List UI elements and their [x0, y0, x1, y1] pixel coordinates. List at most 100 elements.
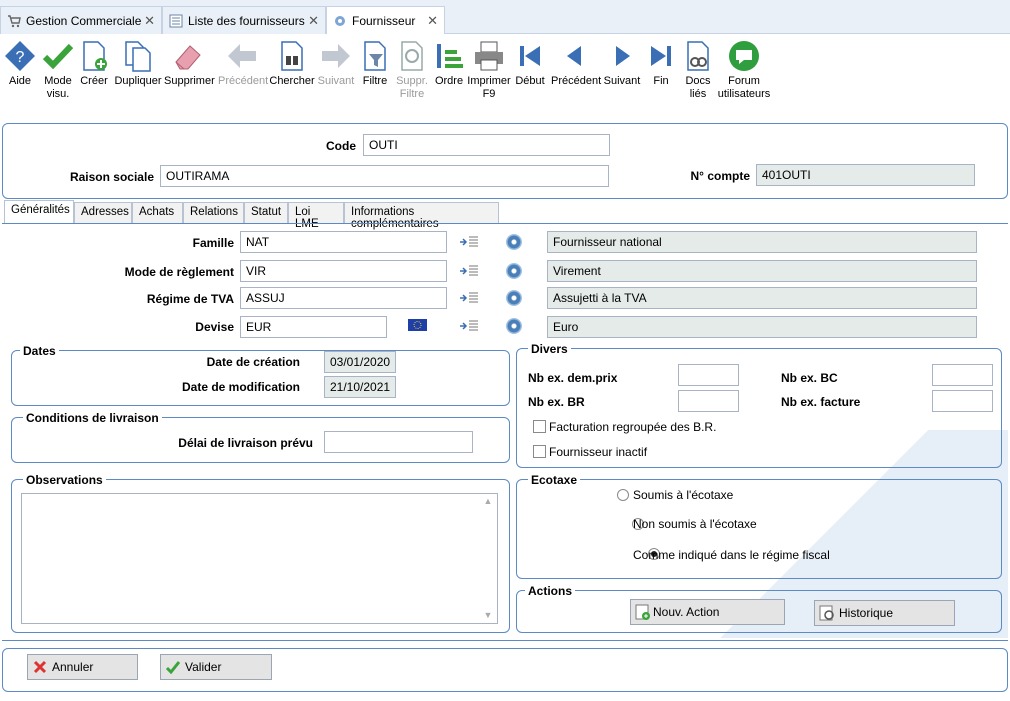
settings-gear-icon[interactable]: [506, 318, 522, 334]
chat-icon: [729, 41, 759, 71]
devise-label: Devise: [195, 320, 234, 334]
settings-gear-icon[interactable]: [506, 263, 522, 279]
lookup-icon[interactable]: [460, 236, 478, 248]
arrow-right-icon: [322, 44, 350, 68]
tab-relations[interactable]: Relations: [183, 202, 244, 223]
filter-icon: [364, 41, 386, 71]
raison-sociale-label: Raison sociale: [69, 170, 154, 184]
svg-text:?: ?: [16, 49, 25, 66]
devise-desc: Euro: [547, 316, 977, 338]
ecotaxe-option-label: Non soumis à l'écotaxe: [633, 517, 757, 531]
validate-button[interactable]: Valider: [160, 654, 272, 680]
tab-achats[interactable]: Achats: [132, 202, 183, 223]
tab-gestion-commerciale[interactable]: Gestion Commerciale ✕: [0, 6, 162, 34]
last-icon: [651, 46, 671, 66]
label: Suivant: [603, 75, 641, 87]
modif-value: 21/10/2021: [324, 376, 396, 398]
inactif-checkbox[interactable]: [533, 445, 546, 458]
tab-informations[interactable]: Informations complémentaires: [344, 202, 499, 230]
actions-title: Actions: [525, 584, 576, 598]
printer-icon: [475, 41, 503, 71]
linked-docs-button[interactable]: Docs liés: [674, 40, 722, 101]
reglement-input[interactable]: VIR: [240, 260, 447, 282]
delete-button[interactable]: Supprimer: [164, 40, 215, 88]
triangle-right-icon: [616, 46, 630, 66]
observations-textarea[interactable]: [21, 493, 498, 624]
ecotaxe-option-label: Comme indiqué dans le régime fiscal: [633, 548, 830, 562]
first-button[interactable]: Début: [506, 40, 554, 88]
famille-input[interactable]: NAT: [240, 231, 447, 253]
tab-statut[interactable]: Statut: [244, 202, 288, 223]
close-icon[interactable]: ✕: [308, 13, 319, 29]
facture-label: Nb ex. facture: [781, 395, 861, 409]
search-button[interactable]: Chercher: [268, 40, 316, 88]
sort-icon: [437, 44, 463, 68]
tva-desc: Assujetti à la TVA: [547, 287, 977, 309]
tab-label: Liste des fournisseurs: [188, 13, 305, 28]
bc-input[interactable]: [932, 364, 993, 386]
br-input[interactable]: [678, 390, 739, 412]
raison-sociale-input[interactable]: OUTIRAMA: [160, 165, 609, 187]
settings-gear-icon[interactable]: [506, 234, 522, 250]
create-button[interactable]: Créer: [70, 40, 118, 88]
label-line2: Filtre: [399, 88, 425, 100]
historique-button[interactable]: Historique: [814, 600, 955, 626]
tab-generalites[interactable]: Généralités: [4, 200, 74, 224]
close-icon[interactable]: ✕: [427, 13, 438, 29]
tva-label: Régime de TVA: [146, 292, 234, 306]
settings-gear-icon[interactable]: [506, 290, 522, 306]
label-line2: visu.: [46, 88, 70, 100]
label: Filtre: [362, 75, 388, 87]
cancel-button[interactable]: Annuler: [27, 654, 138, 680]
ecotaxe-radio-soumis[interactable]: [617, 489, 629, 501]
label-line1: Suppr.: [396, 75, 428, 87]
validate-label: Valider: [185, 660, 222, 674]
previous-button[interactable]: Précédent: [218, 40, 268, 88]
label: Ordre: [434, 75, 464, 87]
new-document-icon: [83, 41, 107, 71]
cart-icon: [8, 14, 21, 27]
tab-loi-lme[interactable]: Loi LME: [288, 202, 344, 230]
duplicate-button[interactable]: Dupliquer: [114, 40, 162, 88]
lookup-icon[interactable]: [460, 320, 478, 332]
lookup-icon[interactable]: [460, 265, 478, 277]
label: Créer: [80, 75, 108, 87]
devise-input[interactable]: EUR: [240, 316, 387, 338]
label-line2: F9: [482, 88, 496, 100]
fact-regroupee-checkbox[interactable]: [533, 420, 546, 433]
document-tab-bar: Gestion Commerciale ✕ Liste des fourniss…: [0, 0, 1010, 35]
label: Précédent: [551, 75, 602, 87]
lookup-icon[interactable]: [460, 292, 478, 304]
dates-title: Dates: [20, 344, 59, 358]
facture-input[interactable]: [932, 390, 993, 412]
br-label: Nb ex. BR: [528, 395, 585, 409]
observations-scrollbar[interactable]: ▲ ▼: [481, 496, 495, 622]
creation-value: 03/01/2020: [324, 351, 396, 373]
code-input[interactable]: OUTI: [363, 134, 610, 156]
new-action-icon: [635, 604, 650, 620]
famille-label: Famille: [192, 236, 234, 250]
cancel-icon: [33, 660, 47, 674]
toolbar: ? Aide Mode visu. Créer Dupliquer Supprim…: [0, 34, 1010, 114]
label: Suivant: [317, 75, 355, 87]
tab-liste-fournisseurs[interactable]: Liste des fournisseurs ✕: [162, 6, 326, 34]
tab-fournisseur[interactable]: Fournisseur ✕: [326, 6, 445, 35]
label-line1: Imprimer: [467, 75, 511, 87]
label: Fin: [653, 75, 669, 87]
inactif-label: Fournisseur inactif: [549, 445, 648, 459]
dem-prix-input[interactable]: [678, 364, 739, 386]
list-icon: [169, 14, 183, 27]
tab-adresses[interactable]: Adresses: [74, 202, 132, 223]
label-line2: utilisateurs: [717, 88, 771, 100]
famille-desc: Fournisseur national: [547, 231, 977, 253]
delai-input[interactable]: [324, 431, 473, 453]
forum-button[interactable]: Forum utilisateurs: [716, 40, 772, 101]
new-action-button[interactable]: Nouv. Action: [630, 599, 785, 625]
footer-panel: [2, 648, 1008, 692]
label: Début: [515, 75, 545, 87]
close-icon[interactable]: ✕: [144, 13, 155, 29]
tva-input[interactable]: ASSUJ: [240, 287, 447, 309]
previous-record-button[interactable]: Précédent: [551, 40, 602, 88]
eraser-icon: [175, 45, 201, 70]
compte-input[interactable]: 401OUTI: [756, 164, 975, 186]
